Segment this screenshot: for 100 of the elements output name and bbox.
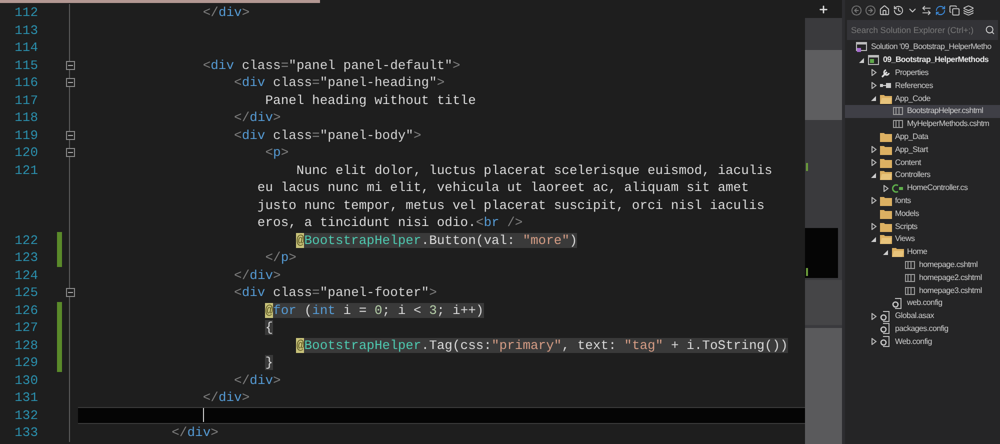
folder-icon bbox=[880, 222, 892, 232]
file-icon bbox=[892, 107, 902, 116]
project-icon bbox=[868, 55, 879, 66]
line-number: 130 bbox=[14, 372, 38, 388]
open-folder-icon bbox=[880, 94, 892, 104]
class-file-icon bbox=[892, 184, 903, 193]
code-line: <div class="panel panel-default"> bbox=[202, 56, 460, 74]
line-number: 124 bbox=[14, 268, 38, 282]
tree-item[interactable]: web.config bbox=[845, 296, 1000, 310]
tree-item[interactable]: Views bbox=[845, 232, 1000, 246]
file-icon bbox=[904, 286, 914, 295]
tree-item[interactable]: homepage2.cshtml bbox=[845, 271, 1000, 284]
tree-item[interactable]: Web.config bbox=[845, 335, 1000, 348]
collapsed-arrow-icon[interactable] bbox=[871, 82, 877, 90]
tree-item[interactable]: Content bbox=[845, 156, 1000, 169]
code-line: </div> bbox=[233, 372, 281, 390]
collapsed-arrow-icon[interactable] bbox=[871, 159, 877, 166]
collapsed-arrow-icon[interactable] bbox=[871, 146, 877, 154]
code-line: </div> bbox=[233, 266, 281, 284]
collapse-icon[interactable] bbox=[66, 288, 74, 298]
line-number: 128 bbox=[14, 338, 38, 352]
copy-icon[interactable] bbox=[949, 4, 960, 16]
folder-icon bbox=[880, 196, 892, 206]
line-number: 117 bbox=[14, 92, 38, 108]
collapse-icon[interactable] bbox=[66, 60, 74, 70]
code-line: </p> bbox=[264, 249, 296, 267]
tree-item[interactable]: HomeController.cs bbox=[845, 182, 1000, 195]
tree-item[interactable]: 09_Bootstrap_HelperMethods bbox=[845, 54, 1000, 67]
expanded-arrow-icon[interactable] bbox=[871, 236, 877, 243]
tree-item[interactable]: App_Data bbox=[845, 130, 1000, 144]
tree-item[interactable]: BootstrapHelper.cshtml bbox=[845, 104, 1000, 118]
search-icon[interactable] bbox=[985, 25, 995, 35]
line-number: 123 bbox=[14, 250, 38, 265]
plus-icon[interactable] bbox=[818, 4, 829, 14]
code-line: eros, a tincidunt nisi odio.<br /> bbox=[256, 214, 523, 232]
tree-item[interactable]: homepage.cshtml bbox=[845, 258, 1000, 272]
solution-icon bbox=[856, 42, 867, 52]
code-line: <p> bbox=[264, 144, 289, 162]
line-number: 132 bbox=[14, 408, 38, 422]
tree-item[interactable]: Home bbox=[845, 246, 1000, 259]
layers-icon[interactable] bbox=[963, 4, 974, 16]
tree-item[interactable]: Global.asax bbox=[845, 310, 1000, 323]
line-number: 126 bbox=[14, 302, 38, 318]
tree-item[interactable]: Models bbox=[845, 207, 1000, 220]
wrench-icon bbox=[880, 68, 890, 78]
history-icon[interactable] bbox=[893, 4, 904, 16]
folder-icon bbox=[880, 132, 892, 142]
folder-icon bbox=[880, 208, 892, 219]
config-file-icon bbox=[892, 298, 903, 309]
collapsed-arrow-icon[interactable] bbox=[883, 184, 889, 192]
collapsed-arrow-icon[interactable] bbox=[871, 197, 877, 204]
swap-icon[interactable] bbox=[921, 4, 932, 16]
back-icon[interactable] bbox=[851, 4, 862, 16]
line-number: 112 bbox=[14, 5, 38, 20]
tree-item[interactable]: App_Start bbox=[845, 143, 1000, 156]
line-number: 121 bbox=[14, 162, 38, 178]
code-line: <div class="panel-heading"> bbox=[233, 74, 445, 92]
tree-item[interactable]: homepage3.cshtml bbox=[845, 284, 1000, 297]
home-icon[interactable] bbox=[879, 4, 890, 16]
tree-item[interactable]: Controllers bbox=[845, 168, 1000, 182]
file-icon bbox=[904, 274, 914, 282]
expanded-arrow-icon[interactable] bbox=[859, 56, 865, 64]
tree-item[interactable]: packages.config bbox=[845, 322, 1000, 336]
tree-item[interactable]: MyHelperMethods.cshtm bbox=[845, 118, 1000, 131]
line-number: 118 bbox=[14, 110, 38, 125]
tree-item[interactable]: fonts bbox=[845, 194, 1000, 208]
line-number: 115 bbox=[14, 58, 38, 72]
collapsed-arrow-icon[interactable] bbox=[871, 312, 877, 320]
collapse-icon[interactable] bbox=[66, 78, 74, 88]
line-number: 122 bbox=[14, 232, 38, 248]
refresh-icon[interactable] bbox=[935, 4, 946, 16]
tree-item[interactable]: Scripts bbox=[845, 220, 1000, 233]
line-number: 119 bbox=[14, 128, 38, 142]
tree-item[interactable]: Solution '09_Bootstrap_HelperMetho bbox=[845, 41, 1000, 54]
collapse-icon[interactable] bbox=[66, 130, 74, 140]
code-line: </div> bbox=[170, 424, 218, 442]
search-field[interactable]: Search Solution Explorer (Ctrl+;) bbox=[847, 20, 998, 40]
tree-item[interactable]: App_Code bbox=[845, 92, 1000, 105]
code-line: </div> bbox=[233, 109, 281, 127]
forward-icon[interactable] bbox=[865, 4, 876, 16]
folder-icon bbox=[880, 158, 892, 168]
code-line: </div> bbox=[202, 4, 250, 22]
text-caret bbox=[203, 408, 204, 422]
expanded-arrow-icon[interactable] bbox=[883, 248, 889, 256]
line-number: 131 bbox=[14, 390, 38, 405]
collapsed-arrow-icon[interactable] bbox=[871, 338, 877, 346]
expanded-arrow-icon[interactable] bbox=[871, 172, 877, 179]
code-line: justo nunc tempor, metus vel placerat suscipit, orci nisl iaculis bbox=[256, 196, 765, 214]
tree-item[interactable]: Properties bbox=[845, 66, 1000, 80]
line-number: 129 bbox=[14, 355, 38, 370]
line-number: 116 bbox=[14, 75, 38, 90]
overview-scrollbar[interactable] bbox=[805, 18, 842, 444]
code-line: Nunc elit dolor, luctus placerat scelerisque euismod, iaculis bbox=[295, 162, 772, 180]
expanded-arrow-icon[interactable] bbox=[871, 95, 877, 102]
tree-item[interactable]: References bbox=[845, 79, 1000, 92]
collapsed-arrow-icon[interactable] bbox=[871, 69, 877, 76]
config-file-icon bbox=[880, 323, 891, 334]
collapsed-arrow-icon[interactable] bbox=[871, 223, 877, 230]
collapse-icon[interactable] bbox=[66, 148, 74, 158]
file-icon bbox=[904, 260, 914, 269]
